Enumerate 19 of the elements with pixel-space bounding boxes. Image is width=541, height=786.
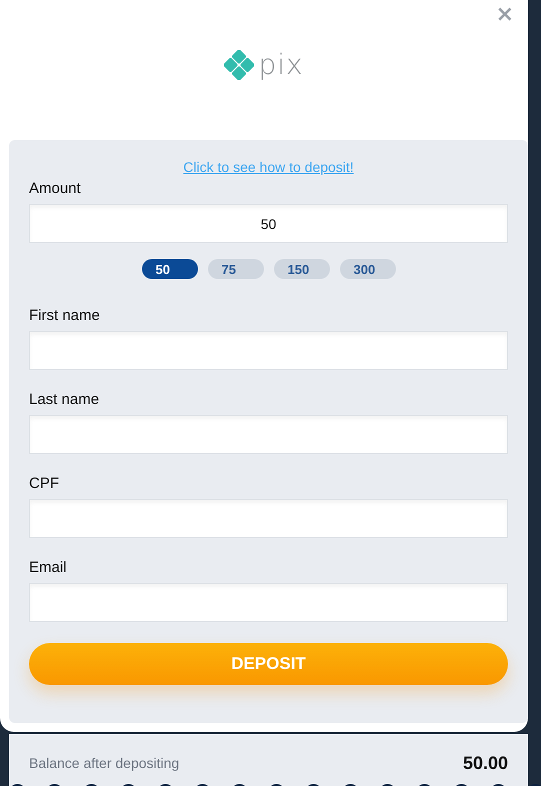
- balance-label: Balance after depositing: [29, 755, 180, 771]
- diamond-logo-icon: [224, 50, 254, 80]
- field-label: Last name: [29, 391, 100, 409]
- input-field[interactable]: [29, 583, 508, 622]
- input-field[interactable]: [29, 331, 508, 370]
- amount-chip[interactable]: 150: [274, 259, 330, 279]
- input-field[interactable]: [29, 499, 508, 538]
- input-field[interactable]: [29, 415, 508, 454]
- amount-field[interactable]: 50: [29, 204, 508, 243]
- field-label: Email: [29, 559, 67, 577]
- close-button[interactable]: ×: [496, 2, 514, 27]
- amount-chip[interactable]: 50: [142, 259, 198, 279]
- field-label: Amount: [29, 180, 81, 198]
- amount-chip[interactable]: 75: [208, 259, 264, 279]
- logo-wordmark: pix: [258, 51, 304, 79]
- amount-chip[interactable]: 300: [340, 259, 396, 279]
- balance-value: 50.00: [462, 752, 508, 774]
- field-label: First name: [29, 307, 100, 325]
- field-label: CPF: [29, 475, 59, 493]
